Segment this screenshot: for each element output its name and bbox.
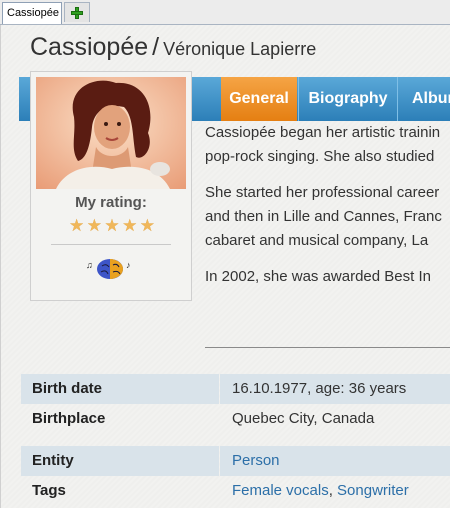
fact-value: Quebec City, Canada (232, 410, 375, 427)
fact-label: Birth date (21, 374, 219, 404)
plus-icon (71, 6, 83, 19)
star-icon[interactable]: ★ (104, 217, 119, 234)
fact-row-birth-date: Birth date 16.10.1977, age: 36 years (21, 374, 450, 404)
tag-separator: , (328, 482, 338, 499)
star-icon[interactable]: ★ (69, 217, 84, 234)
page-title: Cassiopée / Véronique Lapierre (30, 33, 316, 62)
fact-row-tags: Tags Female vocals, Songwriter (21, 476, 450, 506)
tag-link[interactable]: Female vocals (232, 482, 329, 499)
star-icon[interactable]: ★ (122, 217, 137, 234)
svg-text:♫: ♫ (86, 260, 93, 270)
star-icon[interactable]: ★ (87, 217, 102, 234)
fact-value: Female vocals, Songwriter (220, 476, 450, 506)
svg-text:♪: ♪ (126, 260, 131, 270)
fact-row-entity: Entity Person (21, 446, 450, 476)
tab-cassiopee[interactable]: Cassiopée (2, 2, 62, 24)
fact-value: 16.10.1977, age: 36 years (220, 374, 450, 404)
artist-photo[interactable] (36, 77, 186, 189)
fact-row-birthplace: Birthplace Quebec City, Canada (21, 404, 450, 434)
tab-general[interactable]: General (221, 77, 297, 121)
star-icon[interactable]: ★ (140, 217, 155, 234)
artist-name: Cassiopée (30, 33, 149, 61)
star-rating[interactable]: ★ ★ ★ ★ ★ (69, 217, 155, 234)
entity-link[interactable]: Person (232, 452, 280, 469)
music-brain-icon[interactable]: ♫ ♪ (85, 256, 135, 280)
portrait-image (36, 77, 186, 189)
tag-link[interactable]: Songwriter (337, 482, 409, 499)
tab-album[interactable]: Album (397, 77, 450, 121)
title-separator: / (152, 33, 160, 61)
tab-label: Cassiopée (7, 7, 59, 19)
bio-paragraph: Cassiopée began her artistic trainin pop… (205, 124, 441, 165)
bio-paragraph: She started her professional career and … (205, 184, 442, 249)
fact-value: Person (220, 446, 450, 476)
artist-real-name: Véronique Lapierre (163, 39, 317, 59)
artist-page: Cassiopée / Véronique Lapierre General Bio… (0, 25, 450, 508)
biography-excerpt: Cassiopée began her artistic trainin pop… (205, 121, 450, 301)
bio-divider (205, 347, 450, 348)
rating-label: My rating: (75, 194, 147, 211)
fact-label: Birthplace (32, 410, 106, 427)
card-divider (51, 244, 171, 245)
artist-card: My rating: ★ ★ ★ ★ ★ ♫ ♪ (30, 71, 192, 301)
fact-label: Entity (21, 446, 219, 476)
tab-biography[interactable]: Biography (298, 77, 397, 121)
fact-label: Tags (32, 482, 66, 499)
bio-paragraph: In 2002, she was awarded Best In (205, 268, 431, 285)
document-tab-bar: Cassiopée (0, 0, 450, 25)
new-tab-button[interactable] (64, 2, 90, 22)
